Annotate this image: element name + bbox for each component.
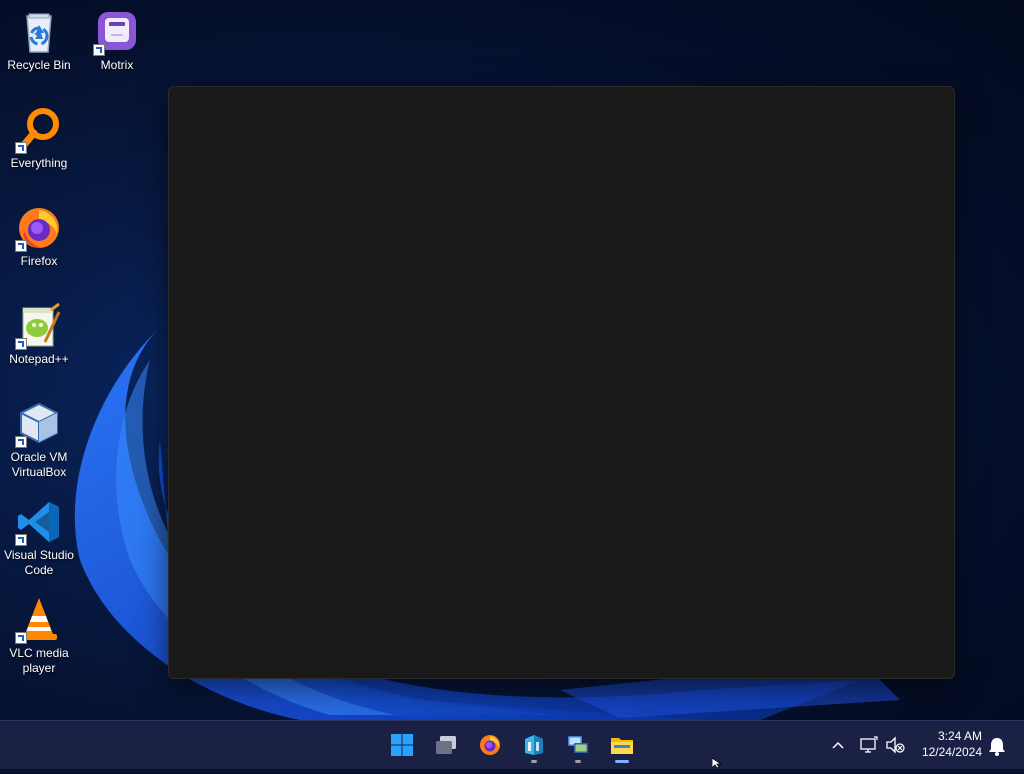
desktop-icon-label: Firefox: [20, 254, 58, 268]
taskbar-app-network[interactable]: [558, 725, 598, 765]
desktop-icon-label: Notepad++: [9, 352, 69, 366]
desktop-icon-label: Visual Studio Code: [4, 548, 74, 577]
clock-time: 3:24 AM: [937, 729, 982, 743]
desktop-icon-recycle-bin[interactable]: Recycle Bin: [1, 8, 77, 73]
desktop-icon-label: VLC media player: [9, 646, 69, 675]
taskbar-app-firefox[interactable]: [470, 725, 510, 765]
desktop-icon-label: Motrix: [100, 58, 134, 72]
firefox-icon: [480, 735, 500, 755]
running-indicator: [531, 760, 537, 763]
vscode-icon: [15, 498, 63, 546]
show-hidden-icons-button[interactable]: [828, 721, 848, 769]
running-indicator: [575, 760, 581, 763]
clock-date: 12/24/2024: [921, 745, 982, 759]
network-icon: [860, 736, 878, 753]
shortcut-arrow-icon: [15, 142, 27, 154]
windows-start-icon: [391, 734, 413, 756]
bell-icon: [989, 738, 1005, 756]
shortcut-arrow-icon: [93, 44, 105, 56]
active-indicator: [615, 760, 629, 763]
mouse-cursor-icon: [712, 758, 723, 768]
taskbar-app-file-explorer[interactable]: [602, 725, 642, 765]
network-status-button[interactable]: [858, 721, 880, 769]
task-view-icon: [436, 736, 456, 754]
notepadpp-icon: [15, 302, 63, 350]
taskbar: 3:24 AM 12/24/2024: [0, 720, 1024, 769]
everything-icon: [15, 106, 63, 154]
storage-explorer-icon: [525, 735, 543, 755]
chevron-up-icon: [832, 741, 844, 749]
desktop-icon-notepadpp[interactable]: Notepad++: [1, 302, 77, 367]
desktop-icon-firefox[interactable]: Firefox: [1, 204, 77, 269]
notifications-button[interactable]: [986, 721, 1008, 769]
volume-muted-button[interactable]: [884, 721, 906, 769]
desktop-icon-label: Everything: [10, 156, 68, 170]
network-app-icon: [568, 736, 588, 753]
desktop-icon-virtualbox[interactable]: Oracle VM VirtualBox: [1, 400, 77, 480]
desktop-icon-vscode[interactable]: Visual Studio Code: [1, 498, 77, 578]
start-button[interactable]: [382, 725, 422, 765]
recycle-bin-icon: [15, 8, 63, 56]
desktop-icon-everything[interactable]: Everything: [1, 106, 77, 171]
app-window[interactable]: [168, 86, 955, 679]
file-explorer-icon: [611, 738, 633, 754]
taskbar-app-storage-explorer[interactable]: [514, 725, 554, 765]
vlc-icon: [15, 596, 63, 644]
desktop-icon-label: Recycle Bin: [7, 58, 71, 72]
desktop-icon-label: Oracle VM VirtualBox: [10, 450, 68, 479]
shortcut-arrow-icon: [15, 436, 27, 448]
volume-muted-icon: [886, 736, 905, 754]
firefox-icon: [15, 204, 63, 252]
shortcut-arrow-icon: [15, 534, 27, 546]
clock[interactable]: 3:24 AM 12/24/2024: [912, 728, 982, 760]
virtualbox-icon: [15, 400, 63, 448]
task-view-button[interactable]: [426, 725, 466, 765]
shortcut-arrow-icon: [15, 338, 27, 350]
motrix-icon: [93, 8, 141, 56]
shortcut-arrow-icon: [15, 240, 27, 252]
desktop-icon-vlc[interactable]: VLC media player: [1, 596, 77, 676]
shortcut-arrow-icon: [15, 632, 27, 644]
desktop-icon-motrix[interactable]: Motrix: [79, 8, 155, 73]
